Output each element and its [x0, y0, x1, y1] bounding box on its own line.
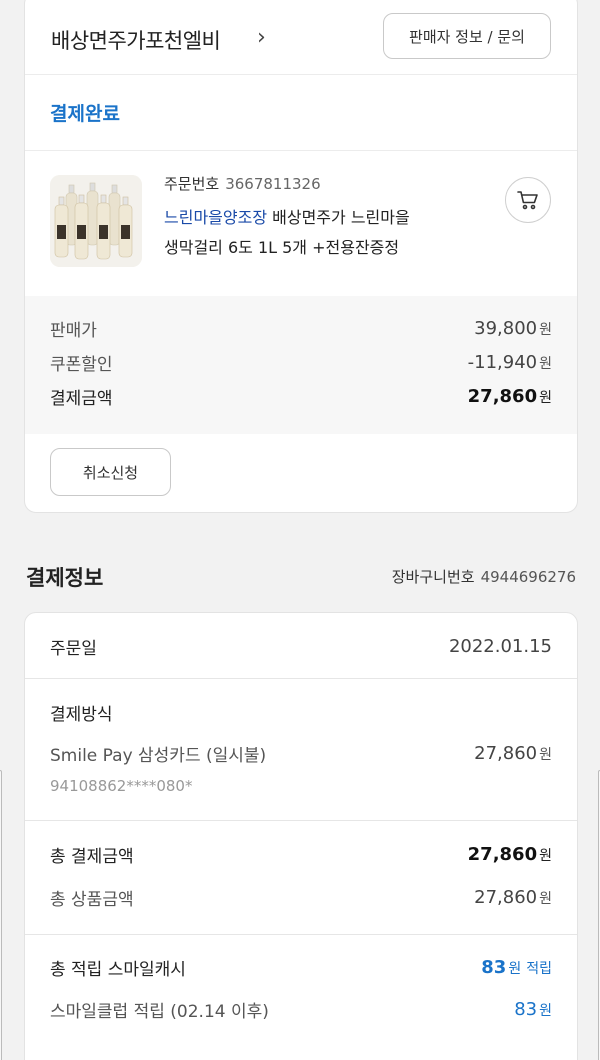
cancel-request-button[interactable]: 취소신청: [50, 448, 171, 496]
shop-name[interactable]: 배상면주가포천엘비: [51, 25, 221, 55]
sale-price-row: 판매가 39,800 원: [50, 313, 552, 343]
order-status-row: 결제완료: [25, 75, 577, 151]
order-status: 결제완료: [50, 103, 120, 125]
payment-amount-label: 결제금액: [50, 388, 113, 409]
product-title[interactable]: 느린마을양조장 배상면주가 느린마을 생막걸리 6도 1L 5개 +전용잔증정: [164, 203, 484, 263]
won-unit: 원: [539, 746, 552, 763]
order-date-label: 주문일: [50, 638, 97, 659]
smileclub-value: 83: [514, 998, 538, 1020]
won-unit: 원: [539, 355, 552, 372]
product-thumbnail[interactable]: [50, 175, 142, 267]
order-number-label: 주문번호: [164, 175, 220, 193]
cart-number: 장바구니번호 4944696276: [392, 566, 576, 587]
left-scroll-handle[interactable]: [0, 770, 2, 1060]
total-goods-value: 27,860: [474, 886, 538, 908]
payment-amount-value: 27,860: [467, 385, 538, 407]
coupon-discount-row: 쿠폰할인 -11,940 원: [50, 347, 552, 377]
smilecash-label: 총 적립 스마일캐시: [50, 959, 186, 980]
smilecash-suffix: 적립: [526, 960, 552, 977]
brand-link[interactable]: 느린마을양조장: [164, 208, 267, 227]
sale-price-label: 판매가: [50, 320, 97, 341]
seller-info-button[interactable]: 판매자 정보 / 문의: [383, 13, 551, 59]
payment-info-header: 결제정보 장바구니번호 4944696276: [26, 560, 576, 594]
cart-icon: [517, 191, 538, 210]
payment-card: 주문일 2022.01.15 결제방식 Smile Pay 삼성카드 (일시불)…: [24, 612, 578, 1060]
payment-info-title: 결제정보: [26, 566, 104, 590]
smileclub-label: 스마일클럽 적립 (02.14 이후): [50, 1001, 269, 1022]
coupon-discount-value: -11,940: [467, 351, 538, 373]
won-unit: 원: [539, 321, 552, 338]
total-payment-label: 총 결제금액: [50, 846, 134, 867]
add-to-cart-button[interactable]: [505, 177, 551, 223]
order-date-value: 2022.01.15: [448, 635, 552, 657]
won-unit: 원: [539, 389, 552, 406]
total-payment-row: 총 결제금액 27,860 원: [50, 839, 552, 869]
chevron-right-icon[interactable]: ›: [257, 25, 266, 50]
smilecash-value: 83: [481, 956, 507, 978]
payment-method-section: 결제방식 Smile Pay 삼성카드 (일시불) 27,860 원 941088…: [25, 679, 577, 821]
payment-method-header: 결제방식: [50, 697, 552, 727]
total-goods-label: 총 상품금액: [50, 889, 134, 910]
smileclub-row: 스마일클럽 적립 (02.14 이후) 83 원: [50, 994, 552, 1024]
price-summary: 판매가 39,800 원 쿠폰할인 -11,940 원 결제금액 27,860 원: [25, 296, 577, 434]
won-unit: 원: [539, 890, 552, 907]
order-card: 배상면주가포천엘비 › 판매자 정보 / 문의 결제완료 주문번호 366781…: [24, 0, 578, 513]
payment-method-amount: 27,860: [474, 742, 538, 764]
order-date-row: 주문일 2022.01.15: [50, 631, 552, 661]
won-unit: 원: [508, 960, 522, 977]
total-goods-row: 총 상품금액 27,860 원: [50, 882, 552, 912]
won-unit: 원: [539, 1002, 552, 1019]
won-unit: 원: [539, 847, 552, 864]
product-row: 주문번호 3667811326 느린마을양조장 배상면주가 느린마을 생막걸리 6…: [25, 151, 577, 296]
product-title-line1[interactable]: 배상면주가 느린마을: [272, 208, 410, 227]
card-number: 94108862****080*: [50, 777, 193, 795]
total-payment-value: 27,860: [467, 843, 538, 865]
cart-number-label: 장바구니번호: [391, 568, 475, 586]
smilecash-row: 총 적립 스마일캐시 83 원 적립: [50, 952, 552, 982]
payment-method-value: Smile Pay 삼성카드 (일시불): [50, 745, 267, 766]
payment-method-label: 결제방식: [50, 704, 113, 725]
coupon-discount-label: 쿠폰할인: [50, 354, 113, 375]
cart-number-value: 4944696276: [480, 568, 576, 586]
payment-method-row: Smile Pay 삼성카드 (일시불) 27,860 원: [50, 738, 552, 768]
payment-amount-row: 결제금액 27,860 원: [50, 381, 552, 411]
shop-header[interactable]: 배상면주가포천엘비 › 판매자 정보 / 문의: [25, 1, 577, 75]
product-title-line2[interactable]: 생막걸리 6도 1L 5개 +전용잔증정: [164, 238, 399, 257]
order-date-section: 주문일 2022.01.15: [25, 613, 577, 679]
order-number-value: 3667811326: [225, 175, 321, 193]
order-number: 주문번호 3667811326: [164, 173, 321, 194]
totals-section: 총 결제금액 27,860 원 총 상품금액 27,860 원: [25, 821, 577, 935]
rewards-section: 총 적립 스마일캐시 83 원 적립 스마일클럽 적립 (02.14 이후) 83 원: [25, 935, 577, 1060]
sale-price-value: 39,800: [474, 317, 538, 339]
